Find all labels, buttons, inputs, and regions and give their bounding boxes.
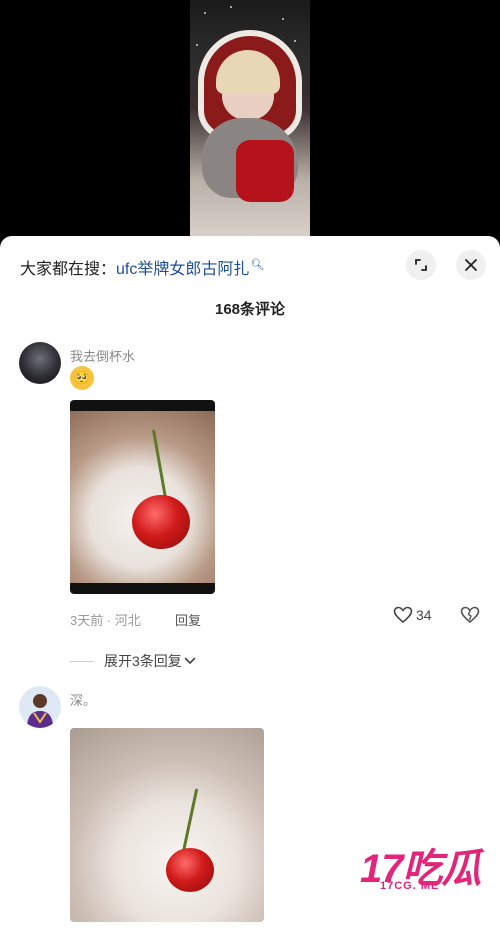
close-button[interactable] xyxy=(456,250,486,280)
expand-replies-label: 展开3条回复 xyxy=(104,653,182,669)
dislike-button[interactable] xyxy=(460,606,480,629)
expand-button[interactable] xyxy=(406,250,436,280)
comment-image[interactable] xyxy=(70,728,264,922)
broken-heart-icon xyxy=(460,606,480,624)
search-suggestion-prefix: 大家都在搜： xyxy=(20,261,117,278)
search-icon: 🔍︎ xyxy=(250,258,265,271)
video-player[interactable] xyxy=(0,0,500,240)
sheet-header: 大家都在搜：ufc举牌女郎古阿扎🔍︎ xyxy=(0,236,500,294)
watermark-logo: 17吃瓜 17CG. ME xyxy=(360,836,490,896)
heart-icon xyxy=(393,606,413,624)
comment-username[interactable]: 我去倒杯水 xyxy=(70,346,135,365)
comment-image[interactable] xyxy=(70,400,215,594)
comment-emoji: 🥺 xyxy=(70,366,94,390)
watermark-url: 17CG. ME xyxy=(380,880,440,892)
expand-replies-button[interactable]: 展开3条回复 xyxy=(70,651,196,671)
comment-count: 168条评论 xyxy=(214,301,286,318)
reply-button[interactable]: 回复 xyxy=(175,610,201,629)
search-suggestion-keyword[interactable]: ufc举牌女郎古阿扎 xyxy=(116,261,249,278)
expand-icon xyxy=(415,259,427,271)
comment-username[interactable]: 深。 xyxy=(70,690,96,709)
comment-time-location: 3天前 · 河北 xyxy=(70,613,141,628)
close-icon xyxy=(465,259,477,271)
like-count: 34 xyxy=(416,607,432,623)
comment-item: 我去倒杯水 🥺 3天前 · 河北 回复 34 展开3条回复 xyxy=(0,342,500,682)
divider-line xyxy=(70,660,94,662)
chevron-down-icon xyxy=(184,657,196,665)
red-glove xyxy=(236,140,294,202)
avatar-figure xyxy=(27,694,53,728)
search-suggestion[interactable]: 大家都在搜：ufc举牌女郎古阿扎🔍︎ xyxy=(20,255,264,279)
video-thumbnail[interactable] xyxy=(190,0,310,240)
like-button[interactable]: 34 xyxy=(393,606,432,624)
comments-sheet: 大家都在搜：ufc举牌女郎古阿扎🔍︎ 168条评论 我去倒杯水 🥺 3天前 · … xyxy=(0,236,500,930)
avatar[interactable] xyxy=(19,342,61,384)
avatar[interactable] xyxy=(19,686,61,728)
